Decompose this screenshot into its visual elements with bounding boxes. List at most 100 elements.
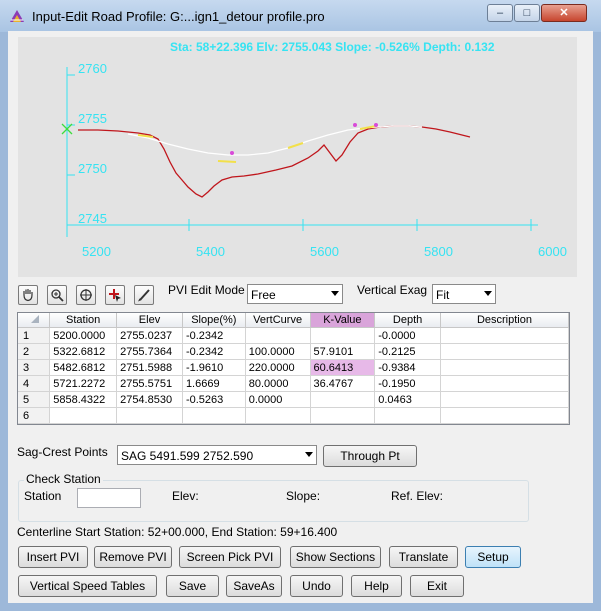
translate-button[interactable]: Translate xyxy=(389,546,458,568)
cell-description[interactable] xyxy=(440,327,569,344)
column-header-depth[interactable]: Depth xyxy=(374,313,441,328)
cell-vertcurve[interactable] xyxy=(245,327,311,344)
row-number[interactable]: 2 xyxy=(18,343,51,360)
column-header-slope[interactable]: Slope(%) xyxy=(182,313,246,328)
table-row[interactable]: 6 xyxy=(18,407,569,424)
edit-pencil-button[interactable] xyxy=(134,285,154,305)
cell-kvalue[interactable] xyxy=(310,391,376,408)
profile-plot-canvas[interactable]: 2760 2755 2750 2745 5200 5400 5600 5800 … xyxy=(18,37,577,277)
column-header-station[interactable]: Station xyxy=(49,313,118,328)
cell-vertcurve[interactable]: 80.0000 xyxy=(245,375,311,392)
setup-button[interactable]: Setup xyxy=(465,546,521,568)
pan-button[interactable] xyxy=(18,285,38,305)
cell-slope[interactable]: -0.2342 xyxy=(182,343,246,360)
cell-station[interactable] xyxy=(49,407,118,424)
cell-slope[interactable]: -0.2342 xyxy=(182,327,246,344)
cell-vertcurve[interactable]: 220.0000 xyxy=(245,359,311,376)
zoom-extents-button[interactable] xyxy=(76,285,96,305)
row-number[interactable]: 1 xyxy=(18,327,51,344)
check-station-title: Check Station xyxy=(24,472,103,486)
column-header-elev[interactable]: Elev xyxy=(116,313,183,328)
cell-depth[interactable]: -0.2125 xyxy=(374,343,441,360)
cell-vertcurve[interactable] xyxy=(245,407,311,424)
cell-elev[interactable]: 2755.7364 xyxy=(116,343,183,360)
profile-plot[interactable]: 2760 2755 2750 2745 5200 5400 5600 5800 … xyxy=(18,37,577,277)
cell-kvalue[interactable] xyxy=(310,327,376,344)
column-header-description[interactable]: Description xyxy=(440,313,569,328)
cell-elev[interactable]: 2755.5751 xyxy=(116,375,183,392)
close-button[interactable]: ✕ xyxy=(541,4,587,22)
zoom-button[interactable] xyxy=(47,285,67,305)
cell-depth[interactable]: -0.0000 xyxy=(374,327,441,344)
save-as-button[interactable]: SaveAs xyxy=(226,575,282,597)
pvi-point[interactable] xyxy=(374,123,378,127)
row-number[interactable]: 4 xyxy=(18,375,51,392)
chevron-down-icon xyxy=(331,291,339,296)
cell-description[interactable] xyxy=(440,343,569,360)
column-header-vertcurve[interactable]: VertCurve xyxy=(245,313,311,328)
cell-elev[interactable]: 2754.8530 xyxy=(116,391,183,408)
cell-kvalue[interactable]: 36.4767 xyxy=(310,375,376,392)
screen-pick-pvi-button[interactable]: Screen Pick PVI xyxy=(179,546,281,568)
cell-description[interactable] xyxy=(440,359,569,376)
cell-slope[interactable]: -0.5263 xyxy=(182,391,246,408)
cell-station[interactable]: 5858.4322 xyxy=(49,391,118,408)
pvi-point[interactable] xyxy=(353,123,357,127)
vertical-speed-tables-button[interactable]: Vertical Speed Tables xyxy=(18,575,157,597)
cell-description[interactable] xyxy=(440,391,569,408)
undo-button[interactable]: Undo xyxy=(290,575,343,597)
cell-depth[interactable]: -0.1950 xyxy=(374,375,441,392)
pvi-point[interactable] xyxy=(230,151,234,155)
table-row[interactable]: 2 5322.6812 2755.7364 -0.2342 100.0000 5… xyxy=(18,343,569,360)
chevron-down-icon xyxy=(305,452,313,457)
sag-crest-select[interactable]: SAG 5491.599 2752.590 xyxy=(117,445,317,465)
through-pt-button[interactable]: Through Pt xyxy=(323,445,417,467)
show-sections-button[interactable]: Show Sections xyxy=(290,546,381,568)
cell-station[interactable]: 5721.2272 xyxy=(49,375,118,392)
cell-kvalue[interactable] xyxy=(310,407,376,424)
cell-station[interactable]: 5200.0000 xyxy=(49,327,118,344)
cell-kvalue-selected[interactable]: 60.6413 xyxy=(310,359,376,376)
cell-vertcurve[interactable]: 0.0000 xyxy=(245,391,311,408)
row-number[interactable]: 6 xyxy=(18,407,51,424)
minimize-button[interactable]: – xyxy=(487,4,513,22)
pick-point-button[interactable] xyxy=(105,285,125,305)
cell-depth[interactable] xyxy=(374,407,441,424)
cell-slope[interactable]: -1.9610 xyxy=(182,359,246,376)
table-row[interactable]: 4 5721.2272 2755.5751 1.6669 80.0000 36.… xyxy=(18,375,569,392)
column-header-kvalue[interactable]: K-Value xyxy=(310,313,376,328)
table-row[interactable]: 1 5200.0000 2755.0237 -0.2342 -0.0000 xyxy=(18,327,569,344)
cell-elev[interactable] xyxy=(116,407,183,424)
cell-elev[interactable]: 2755.0237 xyxy=(116,327,183,344)
insert-pvi-button[interactable]: Insert PVI xyxy=(18,546,88,568)
pvi-edit-mode-select[interactable]: Free xyxy=(247,284,343,304)
cell-description[interactable] xyxy=(440,407,569,424)
cell-station[interactable]: 5322.6812 xyxy=(49,343,118,360)
station-input[interactable] xyxy=(77,488,141,508)
grid-corner[interactable] xyxy=(18,313,51,328)
cell-slope[interactable]: 1.6669 xyxy=(182,375,246,392)
cell-kvalue[interactable]: 57.9101 xyxy=(310,343,376,360)
row-number[interactable]: 3 xyxy=(18,359,51,376)
maximize-button[interactable]: □ xyxy=(514,4,540,22)
cell-vertcurve[interactable]: 100.0000 xyxy=(245,343,311,360)
title-bar[interactable]: Input-Edit Road Profile: G:...ign1_detou… xyxy=(0,0,601,32)
row-number[interactable]: 5 xyxy=(18,391,51,408)
help-button[interactable]: Help xyxy=(351,575,402,597)
save-button[interactable]: Save xyxy=(166,575,219,597)
station-label: Station xyxy=(24,489,62,503)
cell-depth[interactable]: 0.0463 xyxy=(374,391,441,408)
cell-station[interactable]: 5482.6812 xyxy=(49,359,118,376)
existing-ground-line xyxy=(78,125,471,198)
exit-button[interactable]: Exit xyxy=(410,575,464,597)
cell-slope[interactable] xyxy=(182,407,246,424)
table-row[interactable]: 5 5858.4322 2754.8530 -0.5263 0.0000 0.0… xyxy=(18,391,569,408)
pvi-grid[interactable]: Station Elev Slope(%) VertCurve K-Value … xyxy=(17,312,570,425)
vertical-exag-select[interactable]: Fit xyxy=(432,284,496,304)
cell-depth[interactable]: -0.9384 xyxy=(374,359,441,376)
remove-pvi-button[interactable]: Remove PVI xyxy=(94,546,172,568)
cell-description[interactable] xyxy=(440,375,569,392)
table-row[interactable]: 3 5482.6812 2751.5988 -1.9610 220.0000 6… xyxy=(18,359,569,376)
cell-elev[interactable]: 2751.5988 xyxy=(116,359,183,376)
x-tick-label: 5200 xyxy=(82,244,111,259)
